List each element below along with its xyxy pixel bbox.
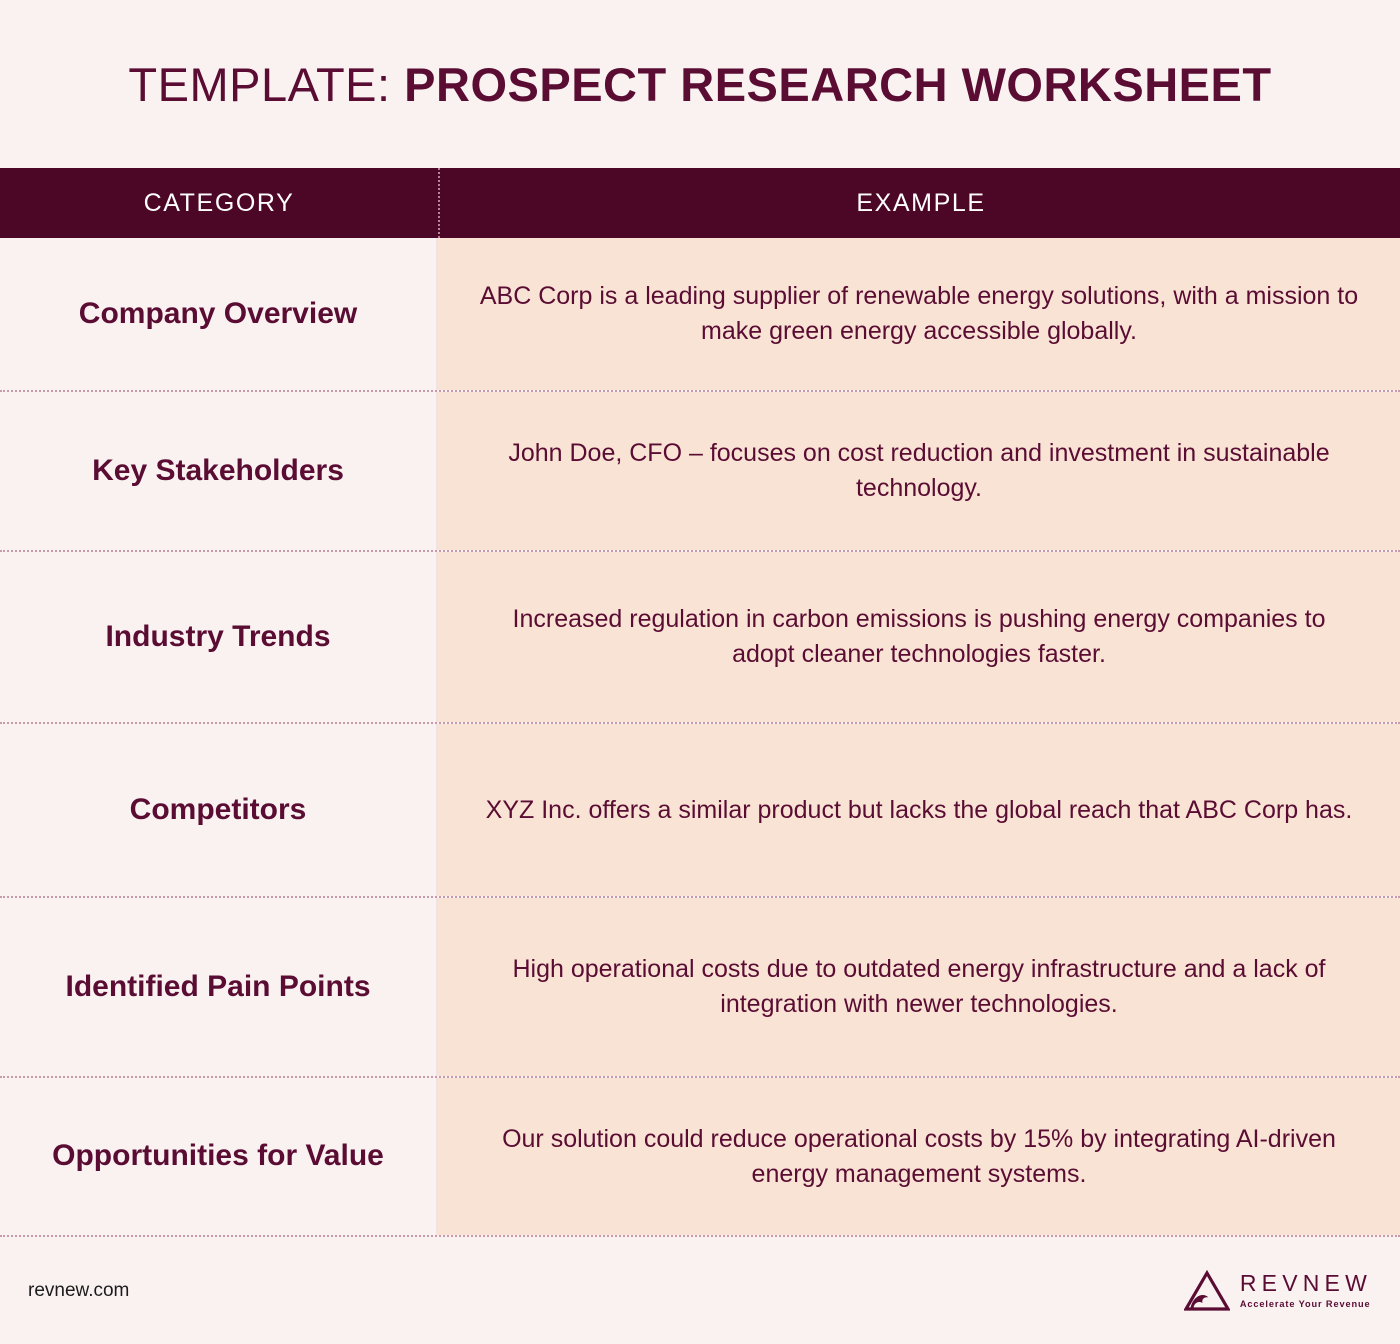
table-row: Key Stakeholders John Doe, CFO – focuses… [0, 392, 1400, 552]
logo-tagline: Accelerate Your Revenue [1239, 1298, 1371, 1309]
table-row: Competitors XYZ Inc. offers a similar pr… [0, 724, 1400, 898]
table-row: Industry Trends Increased regulation in … [0, 552, 1400, 724]
column-header-category: CATEGORY [143, 188, 295, 217]
page-title: TEMPLATE: PROSPECT RESEARCH WORKSHEET [128, 57, 1271, 112]
logo-wordmark: REVNEW Accelerate Your Revenue [1239, 1269, 1372, 1309]
page-header: TEMPLATE: PROSPECT RESEARCH WORKSHEET [0, 0, 1400, 168]
row-example-text: High operational costs due to outdated e… [438, 898, 1400, 1076]
table-row: Identified Pain Points High operational … [0, 898, 1400, 1078]
row-category-label: Opportunities for Value [0, 1078, 438, 1235]
revnew-logo[interactable]: REVNEW Accelerate Your Revenue [1183, 1269, 1372, 1312]
row-example-text: Our solution could reduce operational co… [438, 1078, 1400, 1235]
row-example-text: ABC Corp is a leading supplier of renewa… [438, 238, 1400, 390]
row-category-label: Competitors [0, 724, 438, 896]
worksheet-table: CATEGORY EXAMPLE Company Overview ABC Co… [0, 168, 1400, 1237]
logo-name: REVNEW [1239, 1269, 1372, 1296]
page-title-prefix: TEMPLATE: [128, 57, 391, 111]
row-category-label: Key Stakeholders [0, 392, 438, 550]
row-example-text: XYZ Inc. offers a similar product but la… [438, 724, 1400, 896]
row-example-text: Increased regulation in carbon emissions… [438, 552, 1400, 722]
row-category-label: Company Overview [0, 238, 438, 390]
triangle-wave-icon [1183, 1269, 1231, 1312]
table-row: Opportunities for Value Our solution cou… [0, 1078, 1400, 1237]
row-example-text: John Doe, CFO – focuses on cost reductio… [438, 392, 1400, 550]
website-url[interactable]: revnew.com [28, 1280, 129, 1302]
page-footer: revnew.com REVNEW Accelerate Your Revenu… [0, 1237, 1400, 1344]
row-category-label: Identified Pain Points [0, 898, 438, 1076]
page-title-main: PROSPECT RESEARCH WORKSHEET [404, 57, 1272, 111]
column-header-example: EXAMPLE [438, 168, 1400, 238]
table-row: Company Overview ABC Corp is a leading s… [0, 238, 1400, 392]
row-category-label: Industry Trends [0, 552, 438, 722]
table-header-row: CATEGORY EXAMPLE [0, 168, 1400, 238]
